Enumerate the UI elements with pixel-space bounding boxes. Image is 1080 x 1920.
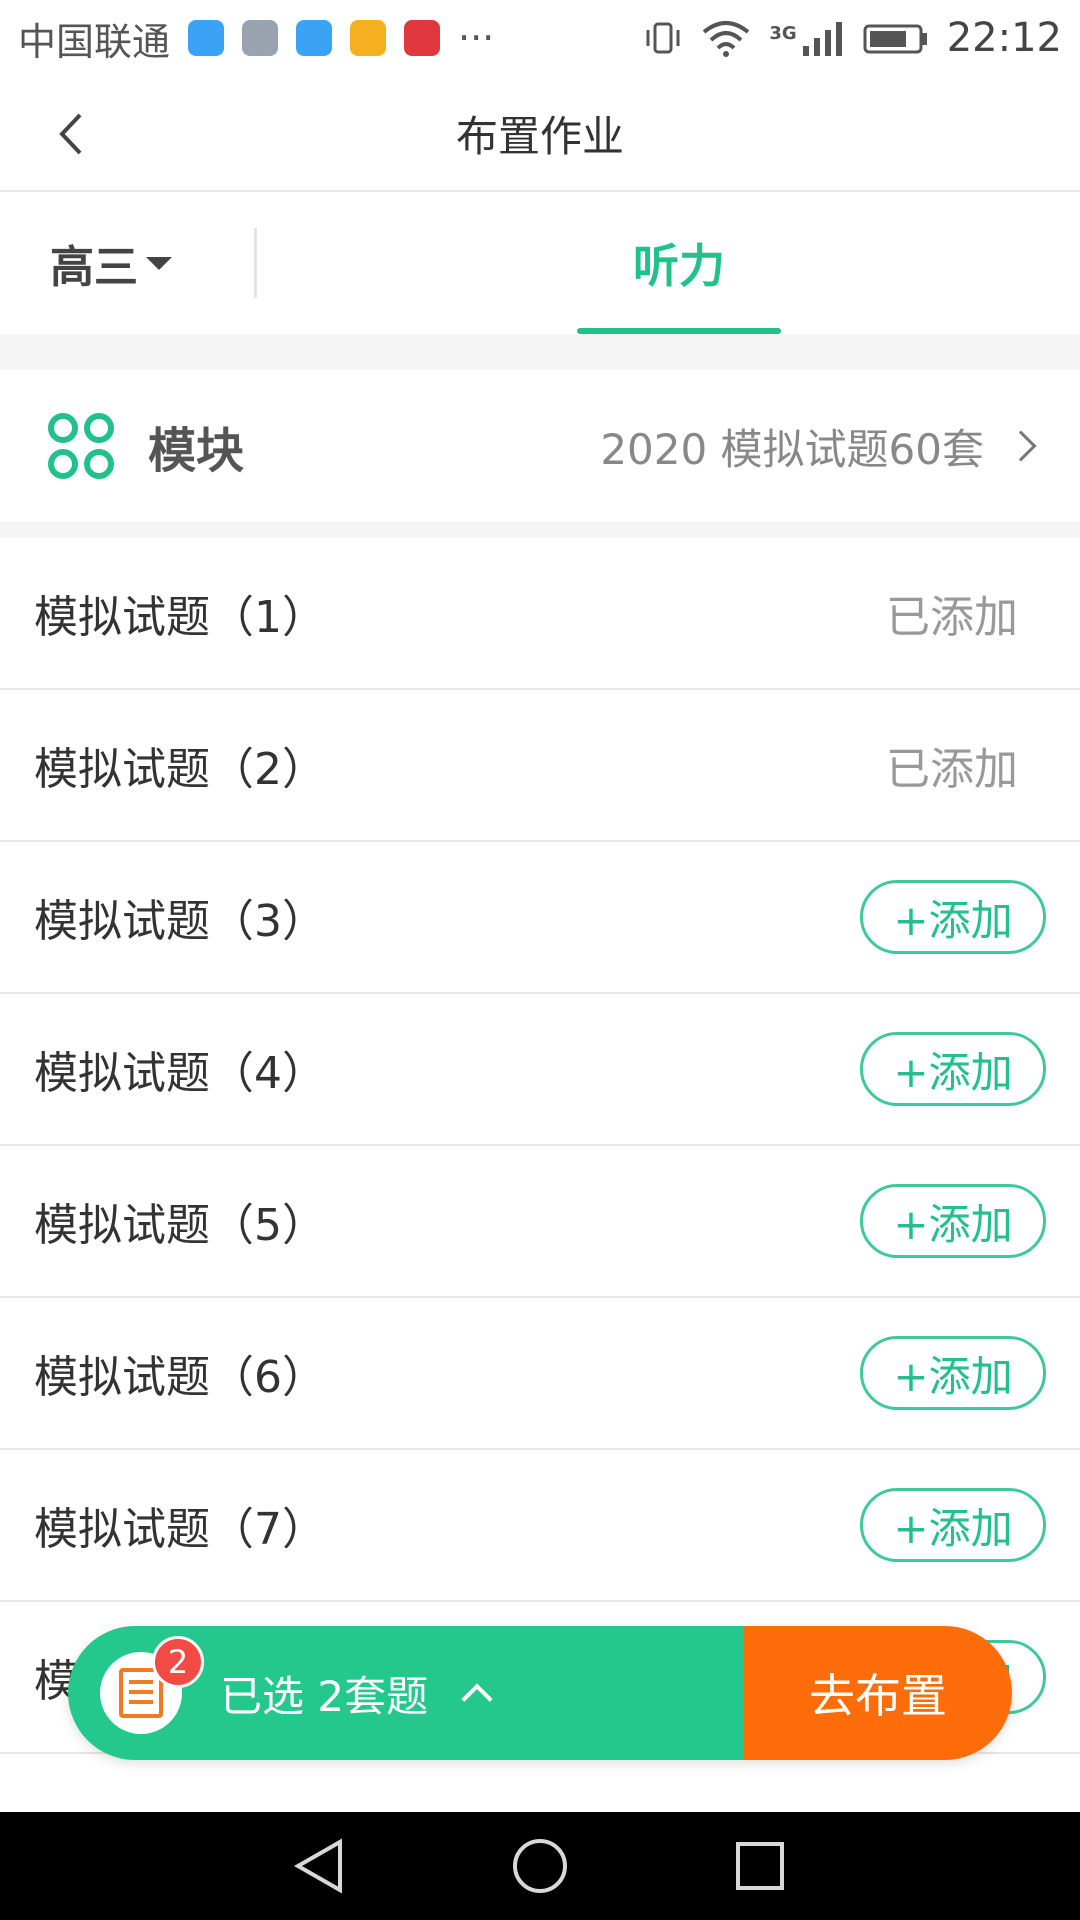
clock: 22:12: [946, 15, 1062, 61]
add-button[interactable]: +添加: [860, 1032, 1046, 1106]
more-notifications-icon: ···: [458, 16, 495, 60]
chevron-up-icon: [461, 1683, 493, 1715]
tab-bar: 听力: [257, 192, 1080, 334]
list-item: 模拟试题（5） +添加: [0, 1146, 1080, 1298]
add-button[interactable]: +添加: [860, 880, 1046, 954]
app2-notification-icon: [404, 20, 441, 56]
chevron-right-icon: [1005, 430, 1037, 462]
network-type-label: 3G: [769, 23, 797, 44]
triangle-back-icon: [293, 1838, 342, 1894]
added-status: 已添加: [886, 744, 1018, 795]
app-notification-icon: [188, 20, 225, 56]
page-title: 布置作业: [455, 111, 624, 161]
nav-home-button[interactable]: [505, 1831, 575, 1901]
module-grid-icon: [48, 413, 114, 479]
assign-button[interactable]: 去布置: [744, 1626, 1012, 1760]
count-badge: 2: [152, 1636, 204, 1688]
tab-label: 听力: [633, 239, 725, 293]
item-title: 模拟试题（1）: [34, 592, 326, 643]
selected-count-label: 已选 2套题: [220, 1671, 429, 1721]
vibrate-icon: [646, 22, 680, 54]
item-title: 模拟试题（3）: [34, 896, 326, 947]
list-item: 模拟试题（3） +添加: [0, 842, 1080, 994]
section-gap: [0, 334, 1080, 370]
caret-down-icon: [146, 256, 172, 270]
item-title: 模拟试题（5）: [34, 1200, 326, 1251]
nav-back-button[interactable]: [285, 1831, 355, 1901]
module-selector[interactable]: 模块 2020 模拟试题60套: [0, 370, 1080, 522]
selection-summary[interactable]: 2 已选 2套题: [68, 1626, 744, 1760]
status-bar: 中国联通 ··· 3G 22:12: [0, 0, 1080, 76]
status-left: 中国联通 ···: [18, 11, 494, 66]
item-title: 模拟试题（2）: [34, 744, 326, 795]
list-item: 模拟试题（2） 已添加: [0, 690, 1080, 842]
list-item: 模拟试题（6） +添加: [0, 1298, 1080, 1450]
add-button[interactable]: +添加: [860, 1336, 1046, 1410]
circle-home-icon: [513, 1839, 567, 1893]
item-title: 模拟试题（7）: [34, 1504, 326, 1555]
exercise-list: 模拟试题（1） 已添加 模拟试题（2） 已添加 模拟试题（3） +添加 模拟试题…: [0, 538, 1080, 1754]
item-title: 模拟试题（4）: [34, 1048, 326, 1099]
module-label: 模块: [148, 423, 245, 479]
section-gap: [0, 522, 1080, 538]
system-nav-bar: [0, 1812, 1080, 1920]
app-header: 布置作业: [0, 76, 1080, 192]
gallery-notification-icon: [242, 20, 279, 56]
selection-bar: 2 已选 2套题 去布置: [68, 1626, 1012, 1760]
list-item: 模拟试题（7） +添加: [0, 1450, 1080, 1602]
wifi-icon: [703, 21, 750, 57]
list-item: 模拟试题（1） 已添加: [0, 538, 1080, 690]
added-status: 已添加: [886, 592, 1018, 643]
grade-dropdown[interactable]: 高三: [0, 192, 254, 334]
video-notification-icon: [350, 20, 387, 56]
filter-row: 高三 听力: [0, 192, 1080, 334]
screen: 中国联通 ··· 3G 22:12 布置作业 高三 听力 模块 2020 模拟试…: [0, 0, 1080, 1920]
tab-listening[interactable]: 听力: [577, 192, 781, 334]
nav-recents-button[interactable]: [725, 1831, 795, 1901]
add-button[interactable]: +添加: [860, 1488, 1046, 1562]
carrier-label: 中国联通: [18, 19, 171, 64]
battery-icon: [863, 24, 927, 54]
back-button[interactable]: [40, 102, 104, 166]
list-item: 模拟试题（4） +添加: [0, 994, 1080, 1146]
grade-label: 高三: [50, 242, 138, 293]
item-title: 模拟试题（6）: [34, 1352, 326, 1403]
back-arrow-icon: [59, 113, 82, 155]
square-recents-icon: [736, 1842, 784, 1890]
module-value: 2020 模拟试题60套: [600, 424, 984, 474]
signal-icon: [802, 22, 842, 56]
add-button[interactable]: +添加: [860, 1184, 1046, 1258]
cart-button[interactable]: 2: [100, 1636, 204, 1734]
status-right: 3G 22:12: [643, 15, 1062, 61]
message-notification-icon: [296, 20, 333, 56]
